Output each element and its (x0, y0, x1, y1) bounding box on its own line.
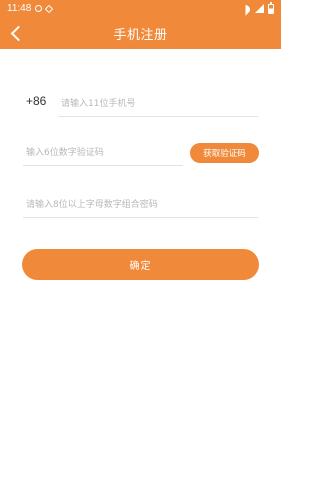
chevron-left-icon (10, 25, 27, 41)
status-left: 11:48 (7, 3, 54, 14)
password-input[interactable] (23, 192, 258, 218)
signal-icon (255, 4, 264, 13)
top-app-bar: 手机注册 (0, 17, 281, 49)
password-underline (23, 192, 258, 218)
page-title: 手机注册 (113, 27, 168, 43)
phone-input-underline (58, 91, 258, 117)
status-right (240, 1, 274, 14)
status-time: 11:48 (7, 3, 32, 14)
verification-code-underline (23, 140, 183, 166)
verification-code-input[interactable] (23, 140, 183, 166)
registration-form: +86 获取验证码 确定 (0, 49, 281, 500)
status-bar: 11:48 (0, 0, 281, 17)
phone-number-input[interactable] (58, 91, 258, 117)
play-store-icon (45, 4, 54, 13)
phone-number-row: +86 (23, 91, 258, 117)
back-button[interactable] (6, 23, 27, 43)
wifi-icon (240, 4, 251, 13)
country-code: +86 (26, 94, 47, 108)
confirm-button[interactable]: 确定 (22, 249, 259, 280)
get-verification-code-button[interactable]: 获取验证码 (190, 143, 259, 163)
battery-icon (268, 1, 274, 14)
bottom-spacer (0, 482, 281, 500)
notification-icon (35, 5, 43, 12)
